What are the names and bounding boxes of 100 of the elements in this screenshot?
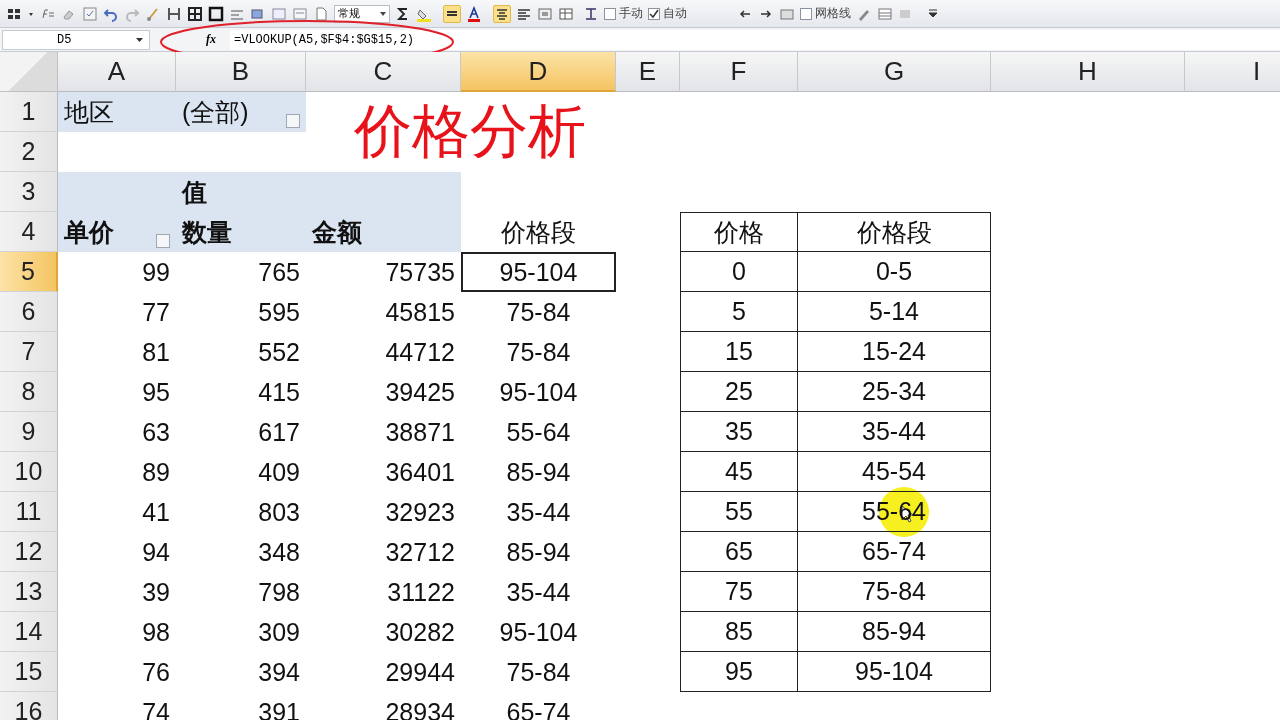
table-cell-text: 95-104	[498, 376, 579, 408]
row-header[interactable]: 6	[0, 292, 58, 332]
table-cell: 75-84	[798, 572, 991, 612]
row-header[interactable]: 14	[0, 612, 58, 652]
table-cell: 15-24	[798, 332, 991, 372]
checkbox[interactable]	[800, 7, 812, 20]
row-header[interactable]: 9	[0, 412, 58, 452]
table-cell-text: 65-74	[505, 696, 572, 720]
caret-icon[interactable]	[136, 37, 143, 42]
column-heading: 价格段	[798, 212, 991, 252]
table-cell: 15	[680, 332, 798, 372]
table-cell-text: 35-44	[505, 496, 572, 528]
column-header[interactable]: C	[306, 52, 461, 92]
table-cell-text: 89	[141, 456, 171, 488]
table-cell-text: 75735	[384, 256, 456, 288]
table-cell-text: 41	[141, 496, 171, 528]
column-header[interactable]: I	[1185, 52, 1280, 92]
table-cell-text: 98	[141, 616, 171, 648]
filter-dropdown[interactable]: (全部)	[176, 92, 306, 132]
table-cell: 25-34	[798, 372, 991, 412]
row-header[interactable]: 11	[0, 492, 58, 532]
insert-function-button[interactable]: fx	[206, 32, 216, 47]
table-cell-text: 32923	[384, 496, 456, 528]
table-cell-text: 391	[257, 696, 301, 720]
table-cell-text: 85-94	[505, 536, 572, 568]
table-cell-text: 39	[141, 576, 171, 608]
table-cell: 5-14	[798, 292, 991, 332]
checkbox-label: 网格线	[815, 5, 851, 22]
table-cell-text: 45815	[384, 296, 456, 328]
table-cell: 0	[680, 252, 798, 292]
row-header[interactable]: 15	[0, 652, 58, 692]
wrap-icon[interactable]	[292, 5, 308, 22]
table-cell-text: 595	[257, 296, 301, 328]
row-header[interactable]: 13	[0, 572, 58, 612]
column-heading: 单价	[58, 212, 176, 252]
row-header[interactable]: 7	[0, 332, 58, 372]
row-header[interactable]: 1	[0, 92, 58, 132]
table-cell-text: 28934	[384, 696, 456, 720]
column-header[interactable]: B	[176, 52, 306, 92]
name-box[interactable]: D5	[2, 29, 150, 50]
column-header[interactable]: F	[680, 52, 798, 92]
table-cell-text: 30282	[384, 616, 456, 648]
column-header[interactable]: G	[798, 52, 991, 92]
formula-field[interactable]: =VLOOKUP(A5,$F$4:$G$15,2)	[230, 29, 1280, 50]
column-header[interactable]: H	[991, 52, 1185, 92]
column-header[interactable]: A	[58, 52, 176, 92]
table-grid-icon[interactable]	[187, 5, 203, 22]
table-cell-text: 309	[257, 616, 301, 648]
table-cell-text: 94	[141, 536, 171, 568]
checkbox[interactable]	[604, 7, 616, 20]
borders-icon[interactable]	[166, 5, 182, 22]
table-cell: 75	[680, 572, 798, 612]
table-cell-text: 798	[257, 576, 301, 608]
checkbox-label: 手动	[619, 5, 643, 22]
table-cell: 0-5	[798, 252, 991, 292]
row-header[interactable]: 3	[0, 172, 58, 212]
row-header[interactable]: 8	[0, 372, 58, 412]
row-header[interactable]: 12	[0, 532, 58, 572]
text-box-icon[interactable]	[583, 5, 599, 22]
number-format-dropdown[interactable]: 常规	[334, 4, 390, 23]
table-cell: 65	[680, 532, 798, 572]
table-cell: 95-104	[461, 252, 616, 292]
table-cell-text: 31122	[386, 576, 456, 608]
column-heading: 数量	[176, 212, 306, 252]
document-icon[interactable]	[313, 5, 329, 22]
table-cell-text: 76	[141, 656, 171, 688]
table-cell-text: 77	[141, 296, 171, 328]
table-cell-text: 95	[141, 376, 171, 408]
table-cell-text: 409	[257, 456, 301, 488]
picture-frame-icon[interactable]	[537, 5, 553, 22]
row-header[interactable]: 4	[0, 212, 58, 252]
table-cell-text: 36401	[384, 456, 456, 488]
outline-border-icon[interactable]	[208, 5, 224, 22]
row-header[interactable]: 2	[0, 132, 58, 172]
form-icon[interactable]	[82, 5, 98, 22]
table-cell-text: 81	[141, 336, 171, 368]
checkbox[interactable]	[648, 7, 660, 20]
row-header[interactable]: 5	[0, 252, 58, 292]
table-cell-text: 765	[257, 256, 301, 288]
column-heading: 价格段	[500, 216, 577, 248]
column-heading: 金额	[306, 212, 461, 252]
table-cell-text: 617	[257, 416, 301, 448]
merge-icon[interactable]	[271, 5, 287, 22]
table-cell-text: 552	[257, 336, 301, 368]
column-header[interactable]: D	[461, 52, 616, 92]
row-header[interactable]: 16	[0, 692, 58, 720]
table-cell-text: 38871	[384, 416, 456, 448]
table-cell: 85-94	[798, 612, 991, 652]
column-header[interactable]: E	[616, 52, 680, 92]
table-cell: 25	[680, 372, 798, 412]
table-cell-text: 99	[141, 256, 171, 288]
row-header[interactable]: 10	[0, 452, 58, 492]
table-cell-text: 74	[141, 696, 171, 720]
table-cell: 45	[680, 452, 798, 492]
sheet-icon[interactable]	[877, 5, 893, 22]
table-cell-text: 85-94	[505, 456, 572, 488]
table-cell-text: 63	[141, 416, 171, 448]
table-cell-text: 394	[257, 656, 301, 688]
caret-icon	[380, 11, 386, 16]
table-cell-text: 75-84	[505, 336, 572, 368]
